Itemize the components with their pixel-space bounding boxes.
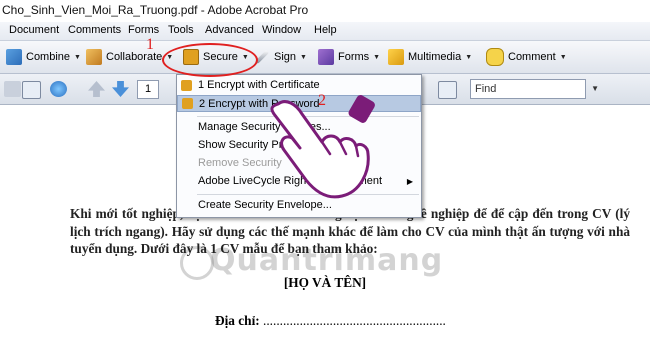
comment-label: Comment [508,51,556,63]
menu-help[interactable]: Help [314,24,337,36]
address-line: Địa chỉ: ...............................… [215,313,446,329]
document-heading: [HỌ VÀ TÊN] [283,275,367,290]
password-icon [182,98,193,109]
menu-window[interactable]: Window [262,24,301,36]
menu-document[interactable]: Document [9,24,59,36]
file-icon[interactable] [4,81,21,97]
menu-tools[interactable]: Tools [168,24,194,36]
previous-page-icon[interactable] [88,81,105,97]
next-page-icon[interactable] [112,81,129,97]
multimedia-icon [388,49,404,65]
tasks-toolbar: Combine ▼ Collaborate ▼ Secure ▼ Sign ▼ Form… [0,41,650,74]
menu-comments[interactable]: Comments [68,24,121,36]
multimedia-button[interactable]: Multimedia ▼ [388,46,472,68]
page-number-input[interactable]: 1 [137,80,159,99]
multimedia-label: Multimedia [408,51,462,63]
secure-callout-ring [162,43,258,77]
step-1-label: 1 [146,36,154,53]
sign-label: Sign [274,51,297,63]
combine-icon [6,49,22,65]
find-input[interactable]: Find ▼ [470,79,599,99]
comment-icon [486,48,504,66]
certificate-icon [181,80,192,91]
forms-button[interactable]: Forms ▼ [318,46,380,68]
menu-advanced[interactable]: Advanced [205,24,254,36]
window-title: Cho_Sinh_Vien_Moi_Ra_Truong.pdf - Adobe … [2,3,309,17]
collaborate-icon [86,49,102,65]
forms-label: Forms [338,51,370,63]
sign-button[interactable]: Sign ▼ [254,46,307,68]
combine-label: Combine [26,51,71,63]
find-placeholder: Find [475,83,497,95]
combine-button[interactable]: Combine ▼ [6,46,81,68]
menu-bar: Document Comments Forms Tools Advanced W… [0,22,650,41]
fit-page-icon[interactable] [438,81,457,99]
chevron-down-icon[interactable]: ▼ [591,80,599,98]
address-value: ........................................… [259,313,446,328]
globe-icon[interactable] [50,81,67,97]
title-bar: Cho_Sinh_Vien_Moi_Ra_Truong.pdf - Adobe … [0,0,650,21]
forms-icon [318,49,334,65]
submenu-arrow-icon: ▶ [406,177,413,186]
address-label: Địa chỉ: [215,313,260,328]
menu-forms[interactable]: Forms [128,24,159,36]
pointing-hand-icon [270,95,375,199]
collaborate-button[interactable]: Collaborate ▼ [86,46,173,68]
comment-button[interactable]: Comment ▼ [486,46,567,68]
email-icon[interactable] [22,81,41,99]
